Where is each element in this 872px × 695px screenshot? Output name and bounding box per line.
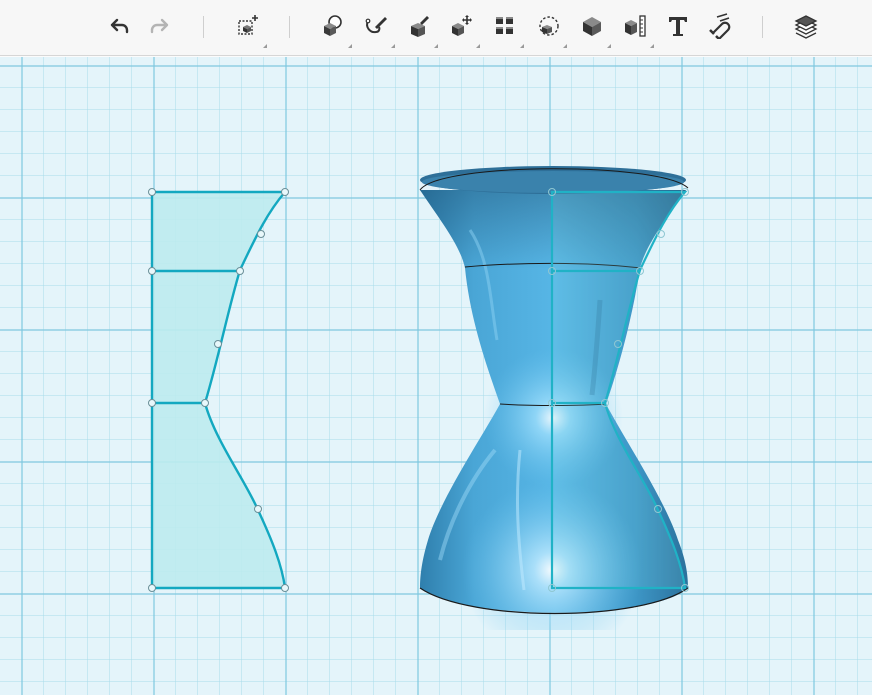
sketch-button[interactable]: [361, 8, 395, 48]
toolbar-separator: [762, 16, 763, 38]
add-primitive-button[interactable]: [233, 8, 267, 48]
add-primitive-icon: [235, 13, 261, 39]
dropdown-corner-icon: [650, 44, 654, 48]
sketch-point[interactable]: [281, 584, 289, 592]
dropdown-corner-icon: [520, 44, 524, 48]
dropdown-corner-icon: [563, 44, 567, 48]
sketch-point[interactable]: [148, 584, 156, 592]
materials-button[interactable]: [791, 8, 821, 44]
sketch-point[interactable]: [236, 267, 244, 275]
sketch-point[interactable]: [148, 188, 156, 196]
sketch-point[interactable]: [148, 399, 156, 407]
dropdown-corner-icon: [391, 44, 395, 48]
combine-icon: [579, 13, 605, 39]
measure-button[interactable]: [620, 8, 654, 48]
toolbar-separator: [289, 16, 290, 38]
dropdown-corner-icon: [607, 44, 611, 48]
modify-button[interactable]: [446, 8, 480, 48]
materials-icon: [793, 13, 819, 39]
construct-button[interactable]: [404, 8, 438, 48]
dropdown-corner-icon: [348, 44, 352, 48]
snap-button[interactable]: [705, 8, 735, 44]
combine-button[interactable]: [577, 8, 611, 48]
sketch-point[interactable]: [201, 399, 209, 407]
redo-icon: [149, 15, 171, 37]
pattern-icon: [492, 13, 518, 39]
undo-button[interactable]: [104, 8, 134, 44]
scene[interactable]: [0, 57, 872, 695]
grouping-icon: [535, 13, 561, 39]
sketch-point[interactable]: [257, 230, 265, 238]
dropdown-corner-icon: [434, 44, 438, 48]
sketch-point[interactable]: [148, 267, 156, 275]
redo-button[interactable]: [145, 8, 175, 44]
text-icon: [665, 13, 691, 39]
sketch-point[interactable]: [254, 505, 262, 513]
dropdown-corner-icon: [263, 44, 267, 48]
dropdown-corner-icon: [476, 44, 480, 48]
primitives-icon: [320, 13, 346, 39]
text-button[interactable]: [663, 8, 693, 44]
snap-icon: [707, 13, 733, 39]
toolbar-separator: [203, 16, 204, 38]
modify-icon: [448, 13, 474, 39]
construct-icon: [406, 13, 432, 39]
viewport[interactable]: [0, 57, 872, 695]
toolbar: [0, 0, 872, 56]
grouping-button[interactable]: [533, 8, 567, 48]
undo-icon: [108, 15, 130, 37]
primitives-button[interactable]: [318, 8, 352, 48]
sketch-point[interactable]: [281, 188, 289, 196]
measure-icon: [622, 13, 648, 39]
sketch-icon: [363, 13, 389, 39]
pattern-button[interactable]: [490, 8, 524, 48]
sketch-point[interactable]: [214, 340, 222, 348]
